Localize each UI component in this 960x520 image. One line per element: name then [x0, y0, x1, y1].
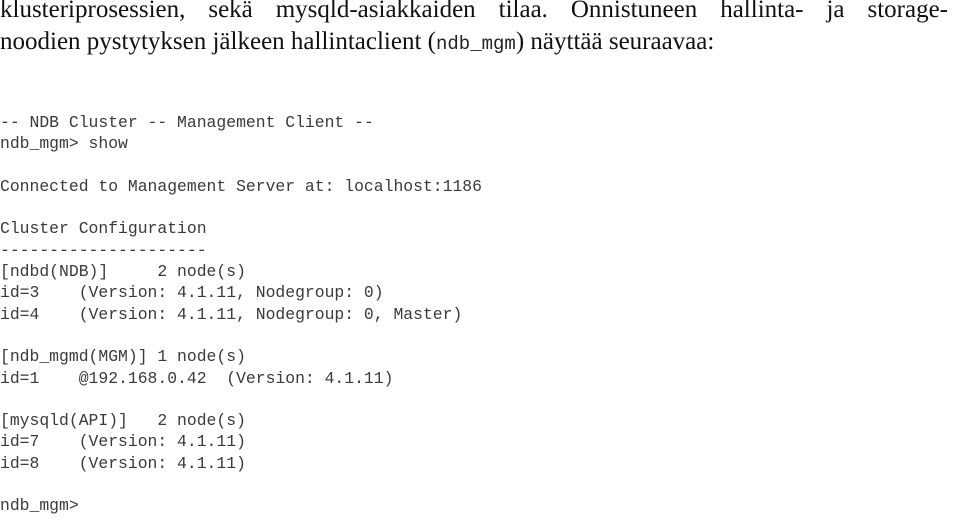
terminal-line-api-group: [mysqld(API)] 2 node(s): [0, 411, 246, 431]
terminal-line-connected: Connected to Management Server at: local…: [0, 176, 482, 196]
paragraph-text: noodien pystytyksen jälkeen hallintaclie…: [0, 28, 436, 55]
terminal-line-ndbd-group: [ndbd(NDB)] 2 node(s): [0, 262, 246, 282]
terminal-line-config-heading: Cluster Configuration: [0, 219, 207, 239]
inline-code-ndb-mgm: ndb_mgm: [436, 33, 516, 55]
paragraph-line-2: noodien pystytyksen jälkeen hallintaclie…: [0, 26, 952, 60]
terminal-line-node-7: id=7 (Version: 4.1.11): [0, 432, 246, 452]
terminal-line-node-3: id=3 (Version: 4.1.11, Nodegroup: 0): [0, 283, 384, 303]
terminal-line-node-1: id=1 @192.168.0.42 (Version: 4.1.11): [0, 368, 394, 388]
terminal-line-mgm-group: [ndb_mgmd(MGM)] 1 node(s): [0, 347, 246, 367]
paragraph-line-1: klusteriprosessien, sekä mysqld-asiakkai…: [0, 0, 948, 23]
terminal-line-separator: ---------------------: [0, 240, 207, 260]
terminal-line-banner: -- NDB Cluster -- Management Client --: [0, 113, 374, 132]
paragraph-text: ) näyttää seuraavaa:: [515, 28, 715, 55]
terminal-line-node-8: id=8 (Version: 4.1.11): [0, 453, 246, 473]
terminal-output: -- NDB Cluster -- Management Client -- nd…: [0, 112, 482, 517]
terminal-line-node-4: id=4 (Version: 4.1.11, Nodegroup: 0, Mas…: [0, 304, 463, 324]
body-paragraph: klusteriprosessien, sekä mysqld-asiakkai…: [0, 0, 952, 60]
terminal-line-prompt: ndb_mgm>: [0, 496, 79, 516]
terminal-line-show-command: ndb_mgm> show: [0, 134, 128, 154]
